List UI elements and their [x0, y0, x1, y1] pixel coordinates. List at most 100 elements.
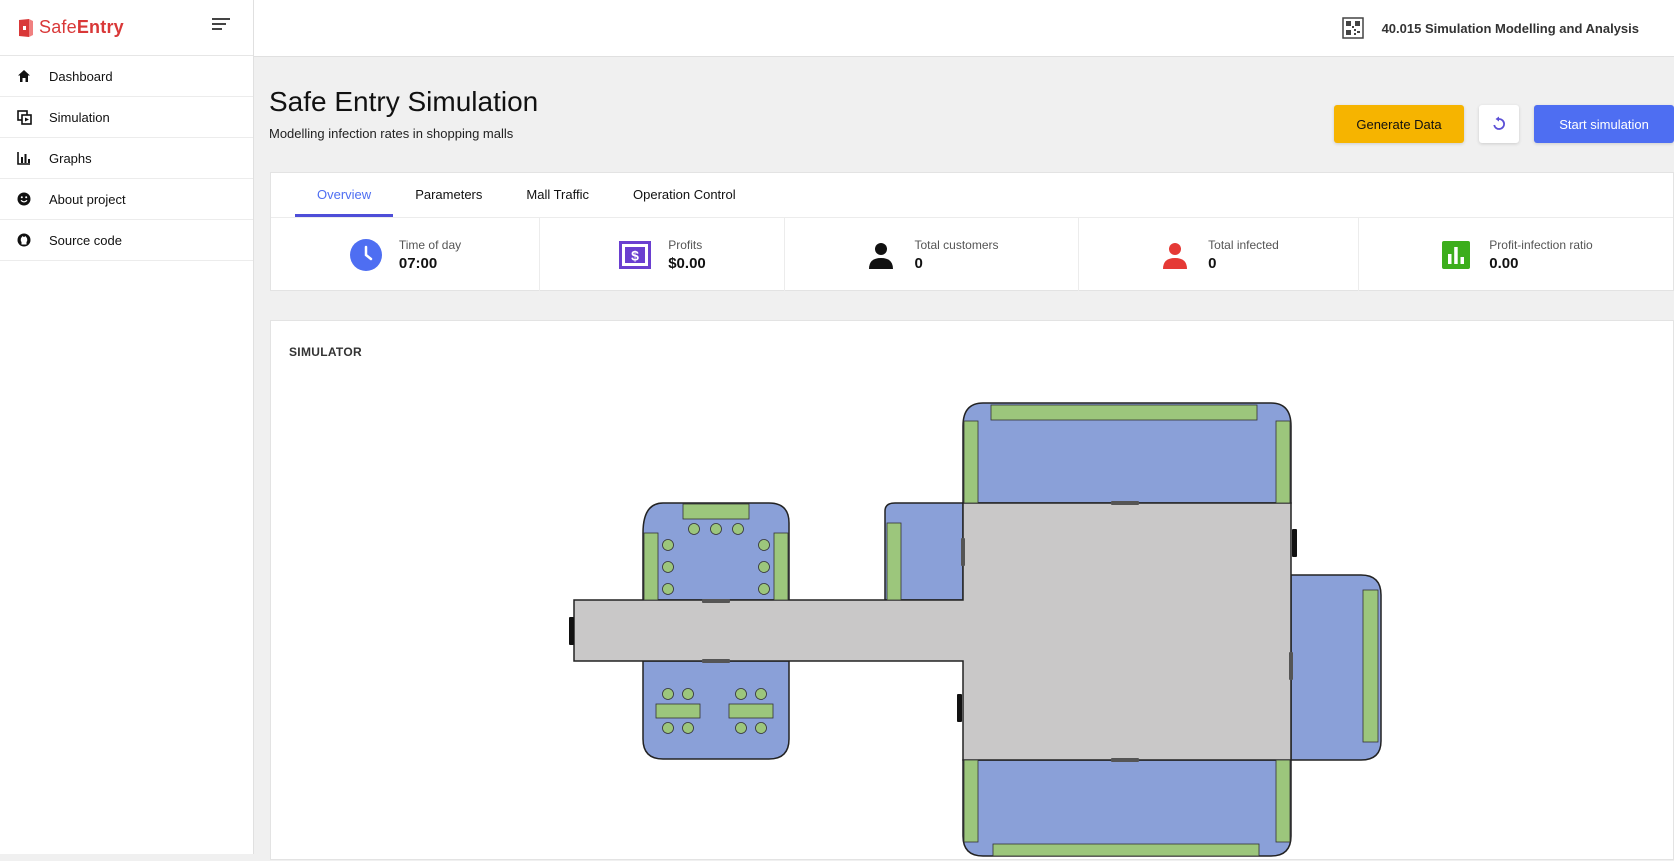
- stat-label: Profit-infection ratio: [1489, 237, 1593, 252]
- shop-bottom: [962, 759, 1292, 857]
- seat: [688, 523, 700, 535]
- stat-profit-infection-ratio: Profit-infection ratio 0.00: [1359, 218, 1673, 291]
- course-title: 40.015 Simulation Modelling and Analysis: [1381, 20, 1639, 36]
- shelf: [682, 503, 750, 520]
- course-info: 40.015 Simulation Modelling and Analysis: [1341, 17, 1639, 39]
- shelf: [1275, 420, 1291, 504]
- seat: [662, 561, 674, 573]
- simulator-card: SIMULATOR: [270, 320, 1674, 860]
- stat-value: 0: [1208, 254, 1217, 272]
- page-subtitle: Modelling infection rates in shopping ma…: [269, 126, 514, 141]
- stat-profits: $ Profits $0.00: [540, 218, 785, 291]
- entrance: [957, 694, 962, 722]
- seat: [732, 523, 744, 535]
- brand[interactable]: SafeEntry: [0, 0, 253, 56]
- seat: [682, 688, 694, 700]
- safeentry-logo-icon: [19, 18, 33, 37]
- seat: [662, 583, 674, 595]
- stat-label: Total infected: [1208, 237, 1279, 252]
- reset-button[interactable]: [1479, 105, 1519, 143]
- stat-total-customers: Total customers 0: [785, 218, 1079, 291]
- seat: [735, 722, 747, 734]
- smile-icon: [16, 191, 32, 207]
- mall-floor-plan[interactable]: [271, 321, 1674, 861]
- table: [655, 703, 701, 719]
- door: [1111, 758, 1139, 762]
- door: [1111, 501, 1139, 505]
- sidebar: SafeEntry Dashboard Simulation Graphs Ab…: [0, 0, 254, 854]
- tab-overview[interactable]: Overview: [295, 173, 394, 217]
- clock-icon: [349, 238, 383, 272]
- entrance: [569, 617, 574, 645]
- seat: [758, 583, 770, 595]
- stat-total-infected: Total infected 0: [1079, 218, 1359, 291]
- shelf: [963, 759, 979, 843]
- stat-label: Total customers: [914, 237, 999, 252]
- sidebar-item-label: About project: [49, 191, 126, 207]
- seat: [758, 561, 770, 573]
- seat: [662, 722, 674, 734]
- svg-text:$: $: [631, 247, 639, 263]
- shelf: [886, 522, 902, 601]
- sidebar-item-label: Graphs: [49, 150, 92, 166]
- page-title: Safe Entry Simulation: [269, 86, 539, 117]
- tab-operation-control[interactable]: Operation Control: [611, 173, 758, 217]
- home-icon: [16, 68, 32, 84]
- table: [728, 703, 774, 719]
- github-icon: [16, 232, 32, 248]
- stat-time-of-day: Time of day 07:00: [271, 218, 540, 291]
- stat-label: Profits: [668, 237, 703, 252]
- tab-mall-traffic[interactable]: Mall Traffic: [504, 173, 611, 217]
- door: [1289, 652, 1293, 680]
- shelf: [963, 420, 979, 504]
- sidebar-item-source-code[interactable]: Source code: [0, 220, 253, 261]
- sidebar-item-simulation[interactable]: Simulation: [0, 97, 253, 138]
- top-bar: 40.015 Simulation Modelling and Analysis: [254, 0, 1674, 57]
- stat-value: 0.00: [1489, 254, 1519, 272]
- dollar-icon: $: [618, 238, 652, 272]
- shelf: [1275, 759, 1291, 843]
- menu-toggle-icon[interactable]: [212, 18, 230, 34]
- seat: [755, 722, 767, 734]
- bar-chart-icon: [16, 150, 32, 166]
- door: [702, 659, 730, 663]
- shelf: [990, 404, 1258, 421]
- sidebar-item-label: Simulation: [49, 109, 110, 125]
- seat: [755, 688, 767, 700]
- simulation-icon: [16, 109, 32, 125]
- stat-label: Time of day: [398, 237, 462, 252]
- seat: [710, 523, 722, 535]
- person-icon: [1158, 238, 1192, 272]
- seat: [662, 539, 674, 551]
- generate-data-button[interactable]: Generate Data: [1334, 105, 1464, 143]
- seat: [758, 539, 770, 551]
- door: [961, 538, 965, 566]
- stat-value: $0.00: [668, 254, 706, 272]
- brand-name: SafeEntry: [39, 17, 124, 37]
- seat: [682, 722, 694, 734]
- tab-parameters[interactable]: Parameters: [393, 173, 504, 217]
- overview-card: Overview Parameters Mall Traffic Operati…: [270, 172, 1674, 291]
- stats-row: Time of day 07:00 $ Profits $0.00 Total cu…: [271, 217, 1673, 291]
- stat-value: 0: [914, 254, 923, 272]
- sidebar-item-dashboard[interactable]: Dashboard: [0, 56, 253, 97]
- entrance: [1292, 529, 1297, 557]
- shelf: [643, 532, 659, 601]
- stat-value: 07:00: [398, 254, 438, 272]
- refresh-icon: [1493, 116, 1505, 130]
- door: [702, 599, 730, 603]
- start-simulation-button[interactable]: Start simulation: [1534, 105, 1674, 143]
- chart-icon: [1439, 238, 1473, 272]
- seat: [735, 688, 747, 700]
- qr-code-icon: [1341, 17, 1364, 39]
- person-icon: [864, 238, 898, 272]
- seat: [662, 688, 674, 700]
- tab-bar: Overview Parameters Mall Traffic Operati…: [295, 173, 758, 217]
- sidebar-item-label: Dashboard: [49, 68, 113, 84]
- shelf: [1362, 589, 1379, 743]
- shelf: [773, 532, 789, 601]
- sidebar-item-label: Source code: [49, 232, 122, 248]
- sidebar-item-graphs[interactable]: Graphs: [0, 138, 253, 179]
- sidebar-item-about-project[interactable]: About project: [0, 179, 253, 220]
- shelf: [992, 843, 1260, 857]
